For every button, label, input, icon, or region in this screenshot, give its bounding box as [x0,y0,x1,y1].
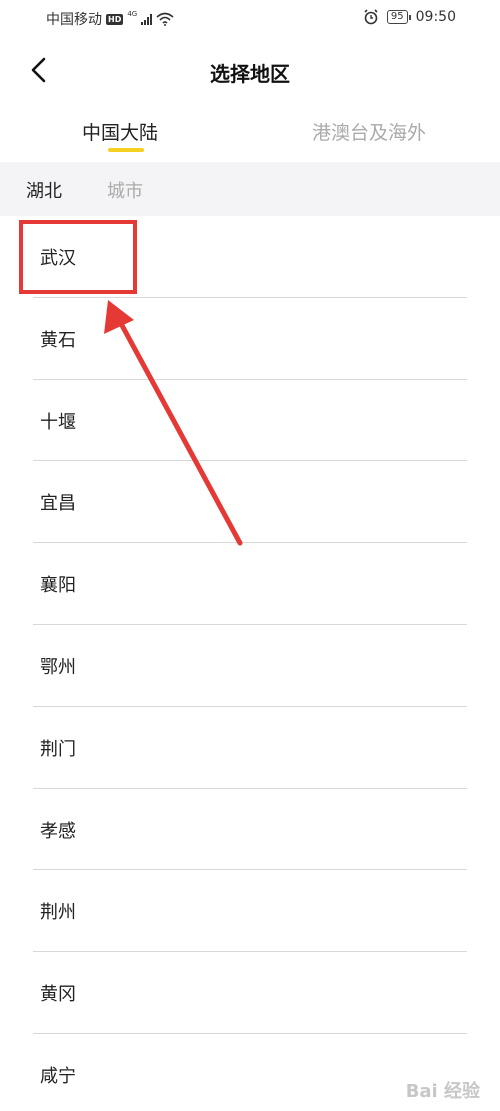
region-tabs: 中国大陆 港澳台及海外 [0,112,500,158]
city-label: 咸宁 [40,1065,76,1087]
city-label: 鄂州 [40,656,76,678]
active-tab-indicator [108,148,144,152]
hd-badge: HD [106,13,124,25]
clock-label: 09:50 [415,9,456,25]
city-label: 襄阳 [40,575,76,597]
city-label: 宜昌 [40,493,76,515]
list-item[interactable]: 宜昌 [0,461,500,543]
status-right: 95 09:50 [363,9,456,25]
city-label: 孝感 [40,820,76,842]
city-label: 荆门 [40,738,76,760]
city-list: 武汉 黄石 十堰 宜昌 襄阳 鄂州 荆门 孝感 荆州 黄冈 咸宁 [0,216,500,1111]
city-label: 十堰 [40,411,76,433]
list-item[interactable]: 孝感 [0,789,500,871]
alarm-icon [364,9,378,25]
list-item[interactable]: 荆州 [0,870,500,952]
list-item[interactable]: 黄冈 [0,952,500,1034]
list-item[interactable]: 黄石 [0,298,500,380]
tab-overseas[interactable]: 港澳台及海外 [312,118,426,145]
list-item[interactable]: 鄂州 [0,625,500,707]
city-label: 黄石 [40,329,76,351]
tab-mainland[interactable]: 中国大陆 [82,118,158,145]
highlight-box [19,220,137,294]
breadcrumb: 湖北 城市 [0,162,500,216]
wifi-icon [156,12,174,26]
battery-icon: 95 [386,10,411,24]
signal-icon [141,13,153,25]
watermark: Bai 经验 [405,1081,480,1102]
list-item[interactable]: 襄阳 [0,543,500,625]
status-left: 中国移动 HD 4G [46,9,174,29]
breadcrumb-province[interactable]: 湖北 [26,177,62,203]
network-type-label: 4G [127,10,138,18]
city-label: 荆州 [40,902,76,924]
page-title: 选择地区 [210,62,290,86]
list-item[interactable]: 十堰 [0,380,500,462]
status-bar: 中国移动 HD 4G 95 09:50 [0,0,500,38]
header: 选择地区 [0,40,500,100]
list-item[interactable]: 荆门 [0,707,500,789]
breadcrumb-city[interactable]: 城市 [107,177,143,203]
city-label: 黄冈 [40,984,76,1006]
carrier-label: 中国移动 [46,12,102,28]
